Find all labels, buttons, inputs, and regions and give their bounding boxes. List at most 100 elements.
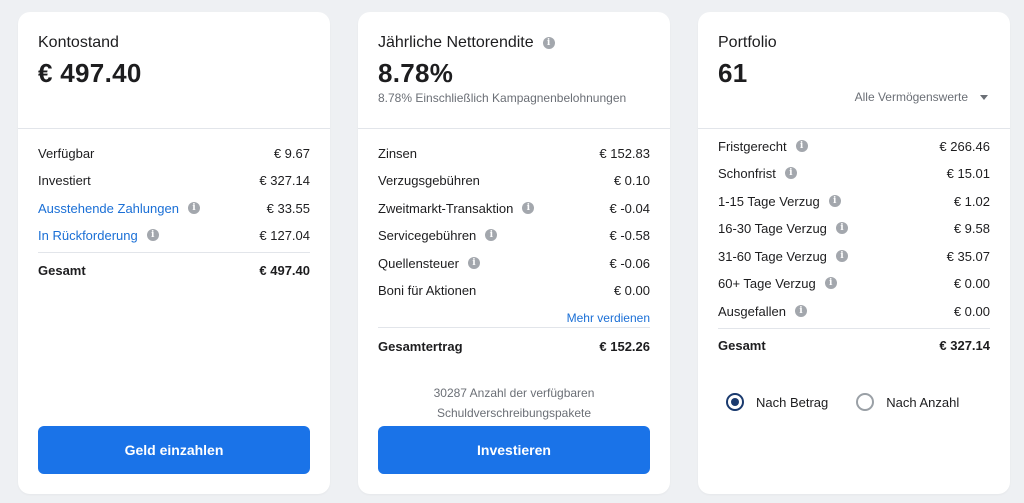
- recovery-link[interactable]: In Rückforderung: [38, 228, 138, 243]
- portfolio-row-60-plus: 60+ Tage Verzug i € 0.00: [718, 273, 990, 293]
- dropdown-selected-value: Alle Vermögenswerte: [854, 90, 968, 104]
- row-label: Gesamtertrag: [378, 338, 463, 354]
- balance-row-invested: Investiert € 327.14: [38, 170, 310, 190]
- info-icon[interactable]: i: [467, 257, 480, 269]
- deposit-button[interactable]: Geld einzahlen: [38, 426, 310, 474]
- row-label: Verzugsgebühren: [378, 172, 480, 188]
- balance-row-total: Gesamt € 497.40: [38, 260, 310, 280]
- row-label: 16-30 Tage Verzug: [718, 220, 827, 236]
- divider: [718, 328, 990, 329]
- row-value: € 497.40: [259, 262, 310, 278]
- balance-card-header: Kontostand € 497.40: [18, 12, 330, 129]
- portfolio-row-16-30: 16-30 Tage Verzug i € 9.58: [718, 218, 990, 238]
- return-title-wrap: Jährliche Nettorendite i: [378, 34, 555, 52]
- row-value: € 0.10: [613, 172, 650, 188]
- row-value: € 0.00: [613, 282, 650, 298]
- portfolio-card: Portfolio 61 Alle Vermögenswerte Fristge…: [698, 12, 1010, 494]
- pending-payments-link[interactable]: Ausstehende Zahlungen: [38, 201, 179, 216]
- radio-by-count[interactable]: Nach Anzahl: [856, 393, 959, 411]
- row-value: € 15.01: [946, 165, 990, 181]
- packages-line-1: 30287 Anzahl der verfügbaren: [433, 386, 595, 400]
- balance-value: € 497.40: [38, 58, 142, 88]
- portfolio-row-defaulted: Ausgefallen i € 0.00: [718, 301, 990, 321]
- row-value: € 0.00: [953, 303, 990, 319]
- return-value: 8.78%: [378, 58, 454, 88]
- row-label: Zinsen: [378, 145, 418, 161]
- info-icon[interactable]: i: [146, 229, 159, 241]
- balance-row-pending-payments[interactable]: Ausstehende Zahlungen i € 33.55: [38, 198, 310, 218]
- radio-label: Nach Anzahl: [886, 394, 960, 410]
- return-row-interest: Zinsen € 152.83: [378, 143, 650, 163]
- earn-more-link[interactable]: Mehr verdienen: [567, 311, 650, 325]
- info-icon[interactable]: i: [824, 277, 837, 289]
- info-icon[interactable]: i: [485, 229, 498, 241]
- row-value: € 35.07: [946, 248, 990, 264]
- info-icon[interactable]: i: [187, 202, 200, 214]
- radio-unselected-icon[interactable]: [856, 393, 875, 411]
- info-icon[interactable]: i: [542, 37, 555, 49]
- row-label: Ausgefallen: [718, 303, 786, 319]
- row-value: € 152.83: [599, 145, 650, 161]
- return-row-service-fees: Servicegebühren i € -0.58: [378, 225, 650, 245]
- info-icon[interactable]: i: [835, 222, 848, 234]
- row-value: € 33.55: [266, 200, 310, 216]
- row-label: Gesamt: [38, 262, 86, 278]
- return-row-late-fees: Verzugsgebühren € 0.10: [378, 170, 650, 190]
- row-label: 1-15 Tage Verzug: [718, 193, 820, 209]
- radio-selected-icon[interactable]: [726, 393, 744, 411]
- return-title: Jährliche Nettorendite: [378, 34, 534, 51]
- portfolio-row-on-time: Fristgerecht i € 266.46: [718, 136, 990, 156]
- balance-row-available: Verfügbar € 9.67: [38, 143, 310, 163]
- view-mode-radio-group: Nach Betrag Nach Anzahl: [726, 393, 987, 411]
- row-value: € 9.58: [953, 220, 990, 236]
- available-packages-text: 30287 Anzahl der verfügbaren Schuldversc…: [378, 383, 650, 423]
- balance-title: Kontostand: [38, 34, 119, 51]
- portfolio-card-header: Portfolio 61 Alle Vermögenswerte: [698, 12, 1010, 129]
- return-row-total: Gesamtertrag € 152.26: [378, 336, 650, 356]
- invest-button[interactable]: Investieren: [378, 426, 650, 474]
- return-row-secondary-market: Zweitmarkt-Transaktion i € -0.04: [378, 198, 650, 218]
- row-label: Quellensteuer: [378, 255, 459, 271]
- row-label: Fristgerecht: [718, 138, 787, 154]
- return-row-bonuses: Boni für Aktionen € 0.00: [378, 280, 650, 300]
- info-icon[interactable]: i: [784, 167, 797, 179]
- divider: [378, 327, 650, 328]
- row-label: Verfügbar: [38, 145, 95, 161]
- portfolio-row-total: Gesamt € 327.14: [718, 335, 990, 355]
- info-icon[interactable]: i: [795, 140, 808, 152]
- return-subtitle: 8.78% Einschließlich Kampagnenbelohnunge…: [378, 91, 627, 105]
- info-icon[interactable]: i: [522, 202, 535, 214]
- portfolio-row-31-60: 31-60 Tage Verzug i € 35.07: [718, 246, 990, 266]
- portfolio-value: 61: [718, 58, 748, 88]
- row-value: € 1.02: [953, 193, 990, 209]
- row-value: € -0.58: [609, 227, 650, 243]
- row-value: € 152.26: [599, 338, 650, 354]
- row-label: Zweitmarkt-Transaktion: [378, 200, 514, 216]
- return-row-withholding-tax: Quellensteuer i € -0.06: [378, 253, 650, 273]
- portfolio-row-1-15: 1-15 Tage Verzug i € 1.02: [718, 191, 990, 211]
- divider: [38, 252, 310, 253]
- row-label: 60+ Tage Verzug: [718, 275, 816, 291]
- radio-by-amount[interactable]: Nach Betrag: [726, 393, 828, 411]
- return-card: Jährliche Nettorendite i 8.78% 8.78% Ein…: [358, 12, 670, 494]
- row-value: € -0.04: [609, 200, 650, 216]
- row-value: € 0.00: [953, 275, 990, 291]
- row-label: Boni für Aktionen: [378, 282, 477, 298]
- row-value: € 127.04: [259, 227, 310, 243]
- info-icon[interactable]: i: [835, 250, 848, 262]
- return-card-header: Jährliche Nettorendite i 8.78% 8.78% Ein…: [358, 12, 670, 129]
- chevron-down-icon: [980, 94, 988, 100]
- info-icon[interactable]: i: [828, 195, 841, 207]
- row-label: Gesamt: [718, 337, 766, 353]
- balance-row-recovery[interactable]: In Rückforderung i € 127.04: [38, 225, 310, 245]
- asset-filter-dropdown[interactable]: Alle Vermögenswerte: [855, 90, 988, 104]
- row-value: € 327.14: [939, 337, 990, 353]
- packages-line-2: Schuldverschreibungspakete: [436, 406, 592, 420]
- radio-label: Nach Betrag: [756, 394, 829, 410]
- row-label: 31-60 Tage Verzug: [718, 248, 827, 264]
- portfolio-title: Portfolio: [718, 34, 777, 51]
- row-value: € 9.67: [273, 145, 310, 161]
- row-value: € 266.46: [939, 138, 990, 154]
- balance-card: Kontostand € 497.40 Verfügbar € 9.67 Inv…: [18, 12, 330, 494]
- info-icon[interactable]: i: [794, 305, 807, 317]
